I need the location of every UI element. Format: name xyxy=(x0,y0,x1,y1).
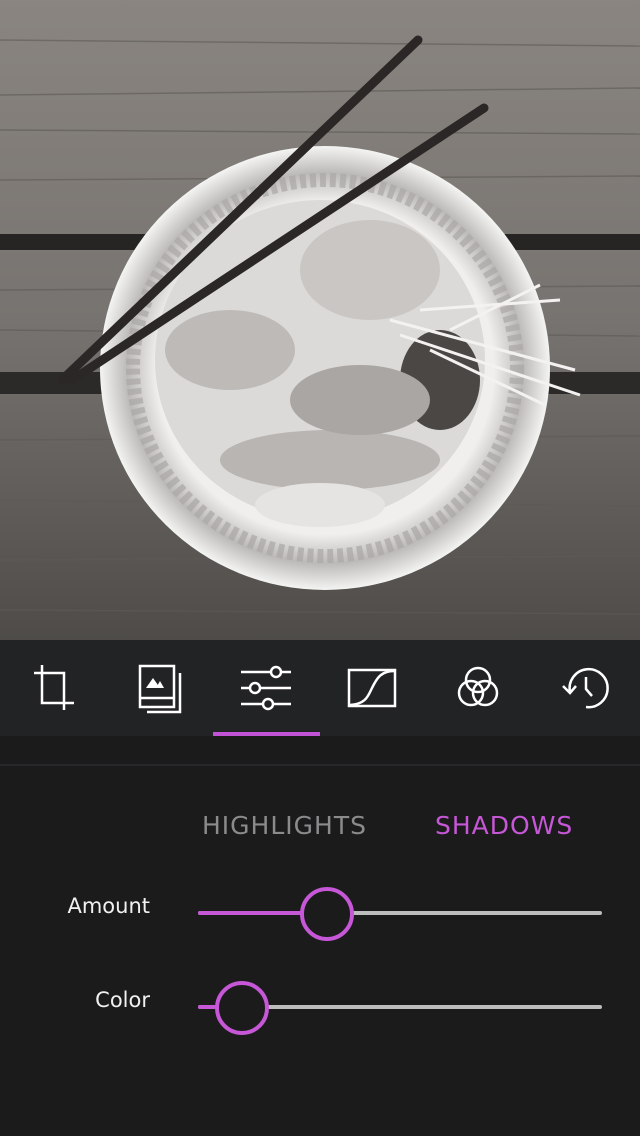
history-icon xyxy=(562,668,609,709)
tool-crop[interactable] xyxy=(0,640,106,736)
amount-label: Amount xyxy=(67,894,150,918)
curves-icon xyxy=(347,668,397,708)
tool-history[interactable] xyxy=(532,640,638,736)
color-slider-thumb[interactable] xyxy=(215,981,269,1035)
photo-image xyxy=(0,0,640,640)
crop-icon xyxy=(34,665,74,710)
color-slider[interactable] xyxy=(198,979,602,1035)
tool-curves[interactable] xyxy=(319,640,425,736)
tone-tabs: HIGHLIGHTS SHADOWS xyxy=(0,806,640,846)
color-label: Color xyxy=(95,988,150,1012)
tab-highlights[interactable]: HIGHLIGHTS xyxy=(202,806,367,846)
photo-stack-icon xyxy=(138,664,182,714)
divider xyxy=(0,764,640,766)
tool-adjust[interactable] xyxy=(213,640,319,736)
amount-slider-thumb[interactable] xyxy=(300,887,354,941)
tab-shadows[interactable]: SHADOWS xyxy=(435,806,573,846)
tool-filters[interactable] xyxy=(106,640,212,736)
tool-color[interactable] xyxy=(425,640,531,736)
color-circles-icon xyxy=(457,666,499,707)
amount-slider[interactable] xyxy=(198,885,602,941)
tool-bar xyxy=(0,640,640,736)
active-tool-indicator xyxy=(213,732,320,736)
sliders-icon xyxy=(241,665,291,711)
photo-preview[interactable] xyxy=(0,0,640,640)
